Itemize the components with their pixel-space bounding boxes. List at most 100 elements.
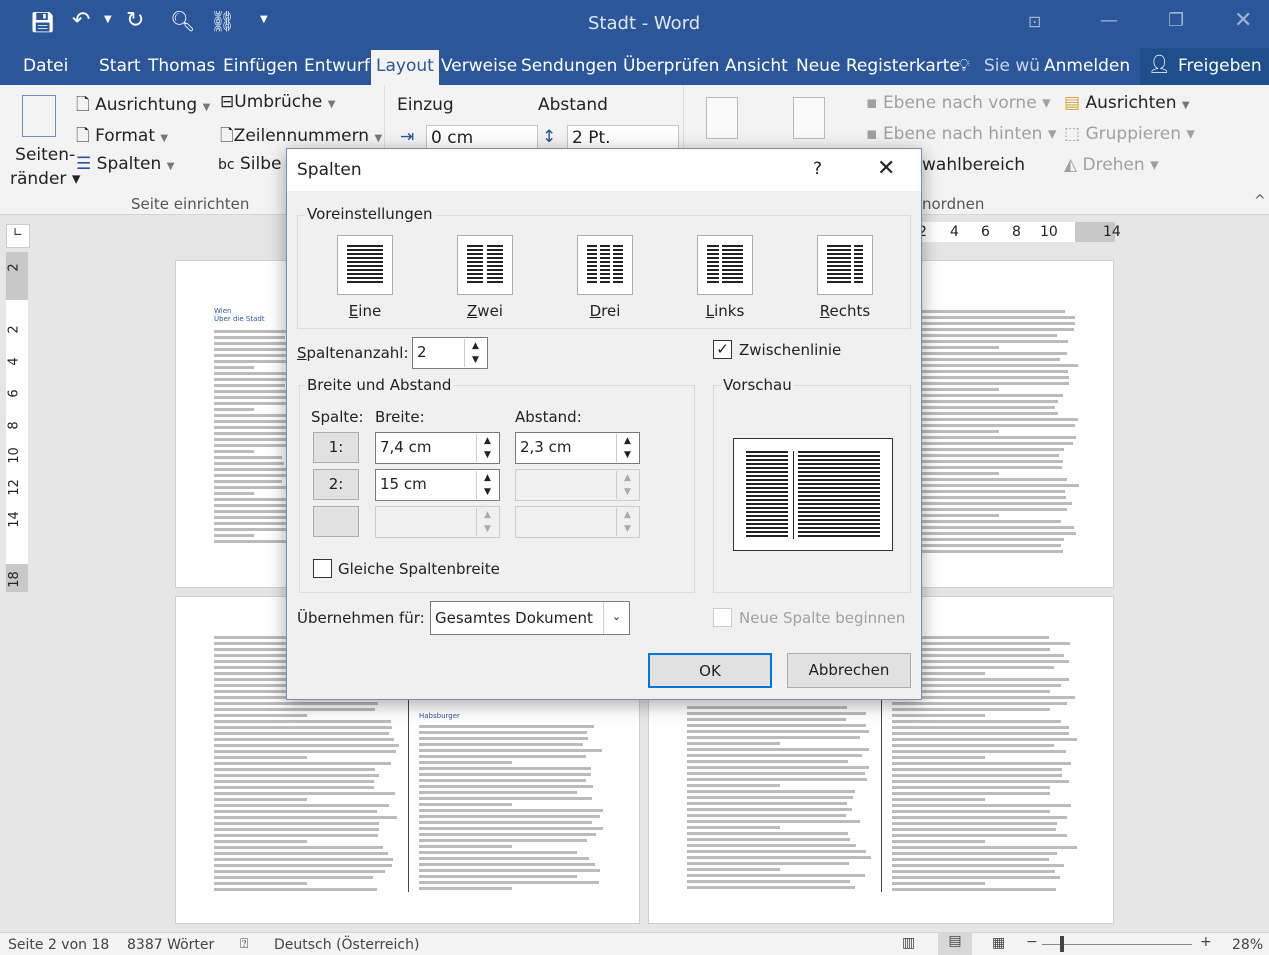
tab-sendungen[interactable]: Sendungen [521,56,617,76]
column-spacing-input[interactable]: ▲ ▼ [515,506,640,538]
preset-eine[interactable] [337,235,393,295]
column-number-button[interactable]: 2: [313,469,359,500]
tab-einfuegen[interactable]: Einfügen [223,56,298,76]
ruler-mark: 10 [1040,224,1058,240]
preset-links[interactable] [697,235,753,295]
print-layout-icon[interactable]: ▤ [938,933,972,955]
equal-width-checkbox[interactable] [313,559,332,578]
customize-toolbar-icon[interactable]: ▼ [260,14,268,25]
tab-neue-registerkarte[interactable]: Neue Registerkarte [796,56,960,76]
ruler-mark: 8 [7,421,22,429]
zoom-slider-thumb[interactable] [1060,936,1064,952]
page-count[interactable]: Seite 2 von 18 [8,937,109,953]
column-width-input[interactable]: 7,4 cm ▲ ▼ [375,432,500,464]
format-button[interactable]: 🗋 Format ▼ [76,123,168,152]
ruler-mark: 12 [7,479,22,496]
preview-image [733,438,893,551]
proofing-icon[interactable]: ⍰ [240,936,248,952]
tab-ansicht[interactable]: Ansicht [725,56,788,76]
zoom-level[interactable]: 28% [1232,937,1263,953]
column-width-input[interactable]: ▲ ▼ [375,506,500,538]
restore-icon[interactable]: ❐ [1168,10,1184,31]
close-icon[interactable]: ✕ [1234,8,1252,33]
ribbon-display-icon[interactable]: ⊡ [1028,12,1041,31]
spacing-header: Abstand: [515,408,582,426]
tab-entwurf[interactable]: Entwurf [304,56,370,76]
column-count-spinner[interactable]: ▲ ▼ [464,339,486,367]
column-number-button[interactable]: 1: [313,432,359,463]
column-count-input[interactable]: 2 ▲ ▼ [412,337,488,369]
help-button[interactable]: ? [813,159,822,179]
dialog-close-icon[interactable]: ✕ [877,156,895,181]
spinner[interactable]: ▲ ▼ [616,434,638,462]
read-mode-icon[interactable]: ▥ [902,935,915,951]
ebene-hinten-button[interactable]: ▪ Ebene nach hinten ▾ [866,124,1056,144]
ruler-mark: 6 [981,224,990,240]
indent-icon: ⇥ [400,127,414,147]
collapse-ribbon-icon[interactable]: ^ [1254,193,1266,209]
word-count[interactable]: 8387 Wörter [127,937,214,953]
tell-me-input[interactable]: Sie wü [984,56,1040,76]
line-between-checkbox[interactable]: ✓ [713,340,732,359]
preset-rechts[interactable] [817,235,873,295]
gruppieren-button[interactable]: ⬚ Gruppieren ▾ [1064,124,1195,144]
ausrichtung-button[interactable]: 🗋 Ausrichtung ▼ [76,92,210,121]
new-column-checkbox[interactable] [713,608,732,627]
signin-link[interactable]: Anmelden [1044,56,1130,76]
redo-icon[interactable]: ↻ [126,8,144,33]
preset-label: Links [685,302,765,320]
spalten-button[interactable]: ☰ Spalten ▼ [76,154,174,174]
undo-dropdown-icon[interactable]: ▼ [104,14,112,25]
ok-button[interactable]: OK [648,653,772,688]
tab-selector-icon[interactable]: ∟ [6,224,30,248]
column-width-input[interactable]: 15 cm ▲ ▼ [375,469,500,501]
position-icon[interactable] [706,97,738,139]
undo-icon[interactable]: ↶ [72,8,90,33]
spinner[interactable]: ▲ ▼ [476,471,498,499]
spinner[interactable]: ▲ ▼ [476,434,498,462]
apply-select[interactable]: Gesamtes Dokument ⌄ [430,601,630,635]
tab-verweise[interactable]: Verweise [441,56,517,76]
tab-start[interactable]: Start [99,56,141,76]
ausrichten-button[interactable]: ▤ Ausrichten ▼ [1064,93,1190,113]
preset-zwei[interactable] [457,235,513,295]
share-button[interactable]: 👤︎ Freigeben [1140,48,1269,85]
auswahlbereich-button[interactable]: wahlbereich [922,155,1025,175]
zoom-out-button[interactable]: − [1026,934,1038,950]
minimize-icon[interactable]: — [1100,10,1118,31]
width-header: Breite: [375,408,425,426]
drehen-button[interactable]: ◭ Drehen ▾ [1064,155,1159,175]
spinner[interactable]: ▲ ▼ [616,471,638,499]
seitenraender-button[interactable]: Seiten-ränder ▾ [10,143,80,191]
tab-thomas[interactable]: Thomas [148,56,215,76]
web-layout-icon[interactable]: ▦ [992,935,1005,951]
silbentrennung-button[interactable]: bc Silbe [218,154,282,174]
save-icon[interactable]: 💾︎ [30,10,55,34]
dialog-title-bar: Spalten ? ✕ [287,149,921,191]
cancel-button[interactable]: Abbrechen [787,653,911,688]
umbrueche-button[interactable]: ⊟Umbrüche ▼ [220,92,336,112]
group-seite-einrichten: Seite einrichten [131,195,249,213]
chevron-down-icon[interactable]: ⌄ [603,602,629,634]
column-spacing-input[interactable]: 2,3 cm ▲ ▼ [515,432,640,464]
tab-datei[interactable]: Datei [23,56,68,76]
tab-layout[interactable]: Layout [371,50,439,85]
presets-label: Voreinstellungen [305,205,435,223]
spinner[interactable]: ▲ ▼ [476,508,498,536]
new-column-label: Neue Spalte beginnen [739,609,905,627]
zoom-slider[interactable] [1042,944,1192,945]
ebene-vorne-button[interactable]: ▪ Ebene nach vorne ▾ [866,93,1051,113]
wrap-text-icon[interactable] [793,97,825,139]
print-preview-icon[interactable]: 🔍︎ [170,9,195,33]
preset-label: Rechts [805,302,885,320]
column-number-button[interactable] [313,506,359,537]
preview-label: Vorschau [721,376,794,394]
column-spacing-input[interactable]: ▲ ▼ [515,469,640,501]
preset-drei[interactable] [577,235,633,295]
zoom-in-button[interactable]: + [1200,934,1212,950]
network-icon[interactable]: ⛓ [210,9,235,33]
language[interactable]: Deutsch (Österreich) [274,937,419,953]
vertical-ruler[interactable]: 2 2 4 6 8 10 12 14 18 [6,252,28,592]
tab-ueberpruefen[interactable]: Überprüfen [623,56,719,76]
spinner[interactable]: ▲ ▼ [616,508,638,536]
